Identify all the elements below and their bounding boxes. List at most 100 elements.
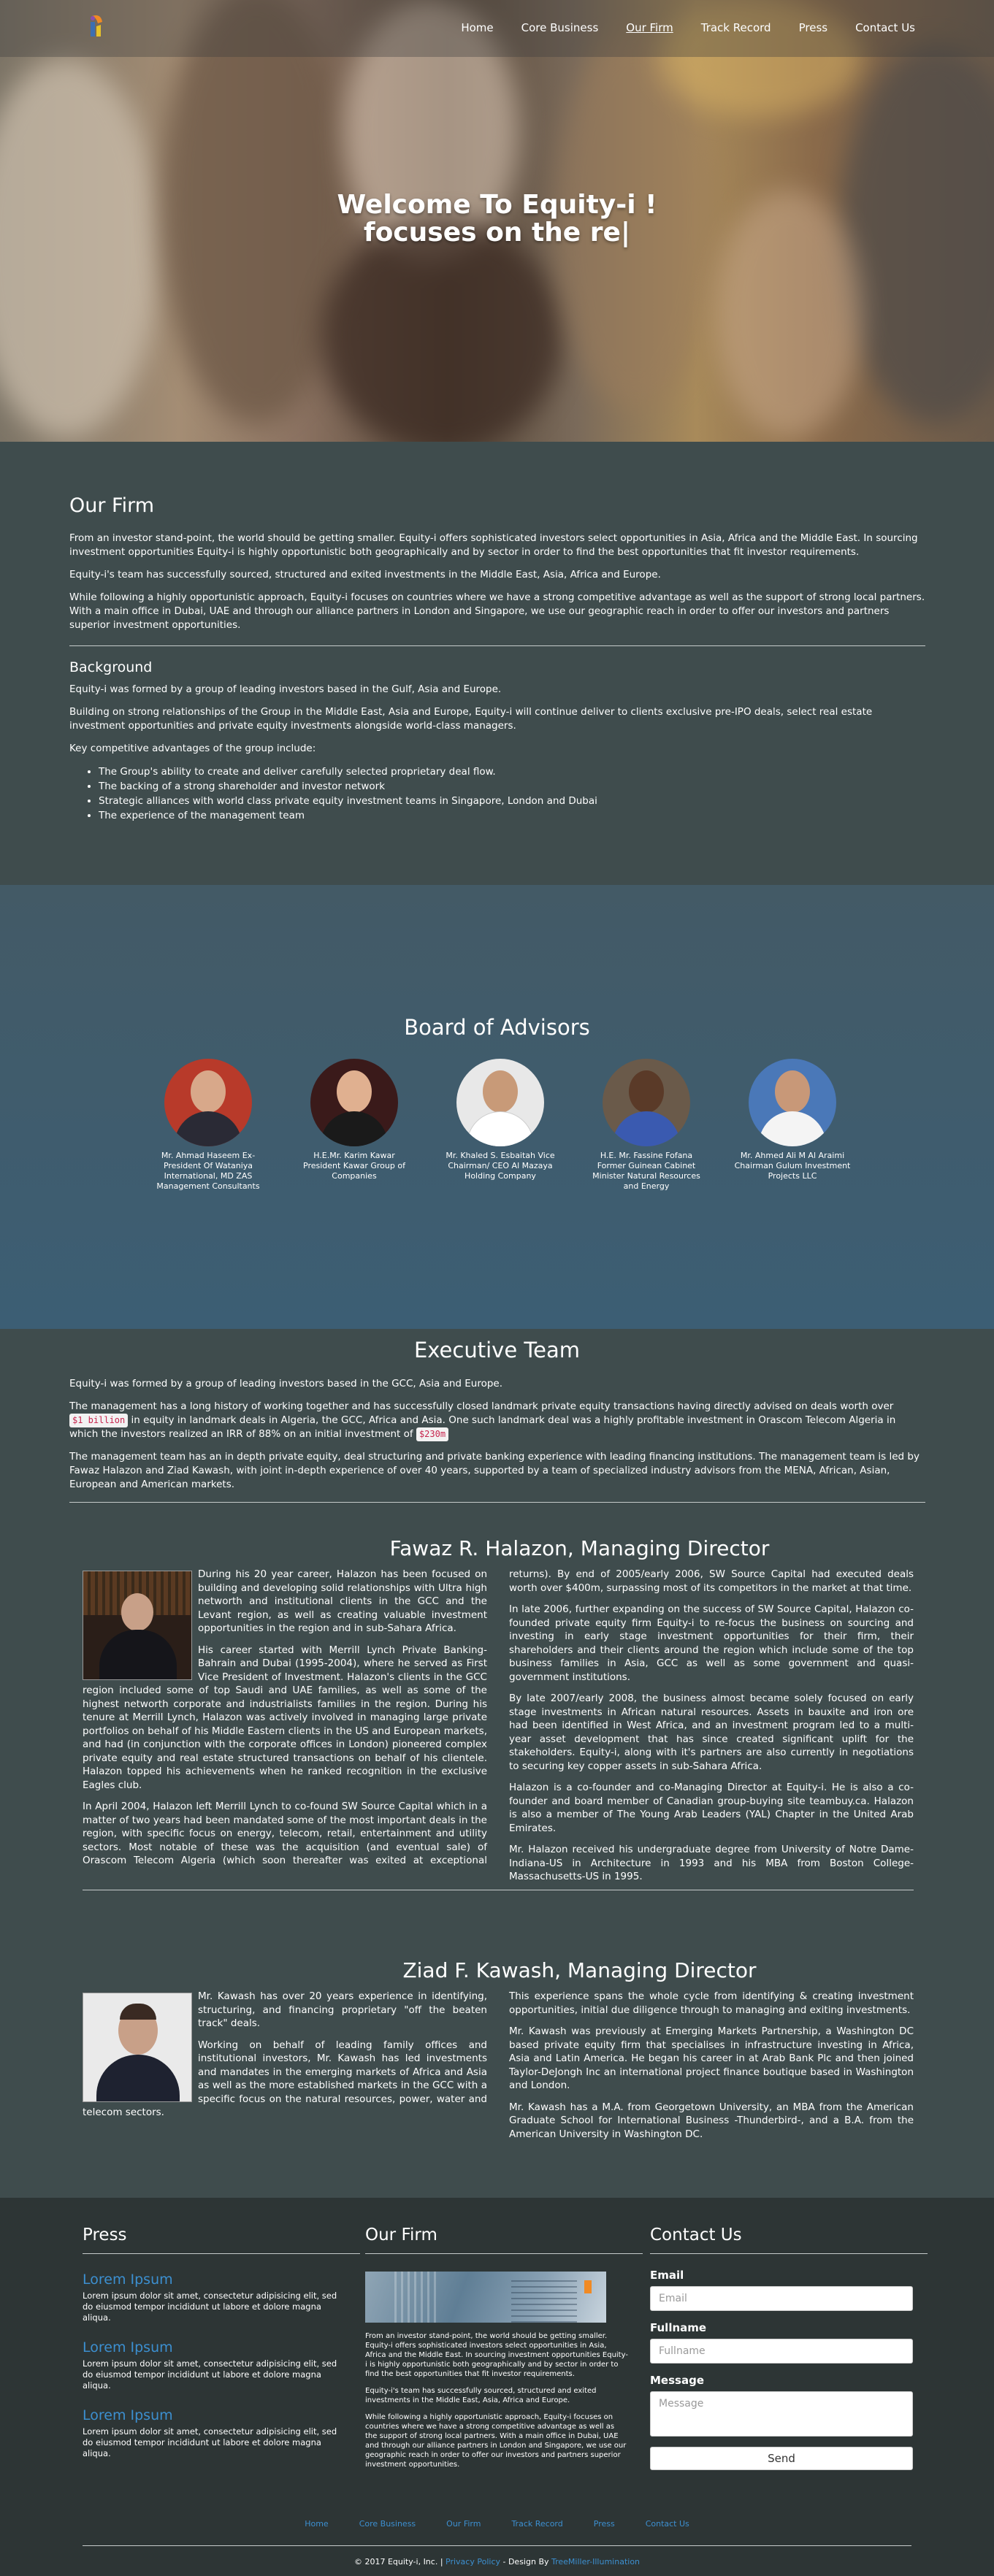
bio-paragraph: Mr. Halazon received his undergraduate d…: [509, 1844, 914, 1882]
firm-paragraph: Equity-i's team has successfully sourced…: [69, 569, 661, 580]
press-item-text: Lorem ipsum dolor sit amet, consectetur …: [83, 2358, 337, 2391]
press-title: Press: [83, 2226, 127, 2245]
divider: [83, 2253, 360, 2254]
advisors-list: Mr. Ahmad Haseem Ex-President Of Wataniy…: [135, 1059, 865, 1192]
footer-firm-paragraph: While following a highly opportunistic a…: [365, 2413, 627, 2469]
board-title: Board of Advisors: [404, 1015, 590, 1040]
avatar: [749, 1059, 836, 1146]
footer-nav-press[interactable]: Press: [594, 2519, 615, 2529]
press-item: Lorem Ipsum Lorem ipsum dolor sit amet, …: [83, 2272, 360, 2323]
divider: [365, 2253, 643, 2254]
press-item: Lorem Ipsum Lorem ipsum dolor sit amet, …: [83, 2407, 360, 2459]
bio-paragraph: This experience spans the whole cycle fr…: [509, 1990, 914, 2016]
background-paragraph: Building on strong relationships of the …: [69, 706, 873, 732]
list-item: The backing of a strong shareholder and …: [99, 779, 925, 794]
fullname-field[interactable]: Fullname: [650, 2339, 913, 2364]
design-by-text: - Design By: [502, 2557, 549, 2567]
our-firm-section: Our Firm From an investor stand-point, t…: [0, 442, 994, 885]
hero-line-1: Welcome To Equity-i !: [337, 190, 657, 220]
hero-title: Welcome To Equity-i ! focuses on the re|: [0, 191, 994, 247]
exec-intro-text: The management has a long history of wor…: [69, 1400, 894, 1412]
nav-links: Home Core Business Our Firm Track Record Pre…: [461, 21, 915, 34]
fullname-label: Fullname: [650, 2321, 707, 2334]
privacy-policy-link[interactable]: Privacy Policy: [446, 2557, 500, 2567]
footer-nav-contact-us[interactable]: Contact Us: [646, 2519, 689, 2529]
advisor-card: Mr. Ahmad Haseem Ex-President Of Wataniy…: [135, 1059, 281, 1192]
person-name: Ziad F. Kawash, Managing Director: [402, 1958, 757, 1982]
footer-nav-track-record[interactable]: Track Record: [511, 2519, 562, 2529]
person-fawaz: Fawaz R. Halazon, Managing Director Duri…: [83, 1536, 914, 1904]
background-paragraph: Equity-i was formed by a group of leadin…: [69, 683, 502, 695]
designer-link[interactable]: TreeMiller-Illumination: [551, 2557, 640, 2567]
footer-nav: Home Core Business Our Firm Track Record Pre…: [0, 2519, 994, 2529]
press-item: Lorem Ipsum Lorem ipsum dolor sit amet, …: [83, 2339, 360, 2391]
avatar: [164, 1059, 252, 1146]
list-item: The Group's ability to create and delive…: [99, 764, 925, 779]
press-item-title[interactable]: Lorem Ipsum: [83, 2339, 360, 2355]
equity-i-logo[interactable]: [85, 12, 110, 41]
firm-image: [365, 2272, 606, 2323]
email-label: Email: [650, 2269, 684, 2282]
exec-intro-paragraph: The management has a long history of wor…: [69, 1400, 925, 1441]
footer-firm-title: Our Firm: [365, 2226, 437, 2245]
press-item-title[interactable]: Lorem Ipsum: [83, 2272, 360, 2288]
footer-nav-home[interactable]: Home: [305, 2519, 328, 2529]
advisor-name: Mr. Ahmed Ali M Al Araimi Chairman Gulum…: [734, 1151, 851, 1181]
exec-intro-paragraph: Equity-i was formed by a group of leadin…: [69, 1378, 503, 1389]
nav-track-record[interactable]: Track Record: [701, 21, 771, 34]
bio-paragraph: By late 2007/early 2008, the business al…: [509, 1693, 914, 1772]
press-item-title[interactable]: Lorem Ipsum: [83, 2407, 360, 2423]
footer-our-firm: Our Firm From an investor stand-point, t…: [365, 2226, 643, 2477]
bio-paragraph: Mr. Kawash was previously at Emerging Ma…: [509, 2025, 914, 2091]
person-photo: [83, 1571, 192, 1680]
advisor-card: Mr. Khaled S. Esbaitah Vice Chairman/ CE…: [427, 1059, 573, 1192]
background-paragraph: Key competitive advantages of the group …: [69, 743, 316, 754]
footer-press: Press Lorem Ipsum Lorem ipsum dolor sit …: [83, 2226, 360, 2475]
amount-chip: $230m: [416, 1427, 449, 1441]
advisor-card: H.E. Mr. Fassine Fofana Former Guinean C…: [573, 1059, 719, 1192]
list-item: Strategic alliances with world class pri…: [99, 794, 925, 808]
advisor-name: Mr. Khaled S. Esbaitah Vice Chairman/ CE…: [446, 1151, 555, 1181]
nav-our-firm[interactable]: Our Firm: [626, 21, 673, 34]
list-item: The experience of the management team: [99, 808, 925, 823]
divider: [650, 2253, 928, 2254]
avatar: [456, 1059, 544, 1146]
exec-intro-paragraph: The management team has an in depth priv…: [69, 1451, 920, 1490]
press-item-text: Lorem ipsum dolor sit amet, consectetur …: [83, 2426, 337, 2458]
person-name: Fawaz R. Halazon, Managing Director: [389, 1536, 770, 1560]
advantages-list: The Group's ability to create and delive…: [99, 764, 925, 823]
email-field[interactable]: Email: [650, 2286, 913, 2311]
bio-paragraph: Mr. Kawash has a M.A. from Georgetown Un…: [509, 2101, 914, 2140]
background-title: Background: [69, 659, 153, 675]
avatar: [310, 1059, 398, 1146]
advisor-name: Mr. Ahmad Haseem Ex-President Of Wataniy…: [156, 1151, 260, 1191]
hero-banner: Welcome To Equity-i ! focuses on the re|: [0, 0, 994, 442]
nav-home[interactable]: Home: [461, 21, 493, 34]
footer: Press Lorem Ipsum Lorem ipsum dolor sit …: [0, 2198, 994, 2576]
board-of-advisors-section: Board of Advisors Mr. Ahmad Haseem Ex-Pr…: [0, 885, 994, 1329]
footer-nav-our-firm[interactable]: Our Firm: [446, 2519, 481, 2529]
amount-chip: $1 billion: [69, 1414, 129, 1427]
send-button[interactable]: Send: [650, 2447, 913, 2470]
copyright-text: © 2017 Equity-i, Inc. |: [353, 2557, 443, 2567]
top-navbar: Home Core Business Our Firm Track Record Pre…: [0, 0, 994, 57]
nav-core-business[interactable]: Core Business: [521, 21, 599, 34]
copyright: © 2017 Equity-i, Inc. | Privacy Policy -…: [0, 2557, 994, 2567]
advisor-name: H.E. Mr. Fassine Fofana Former Guinean C…: [592, 1151, 700, 1191]
contact-title: Contact Us: [650, 2226, 742, 2245]
firm-paragraph: While following a highly opportunistic a…: [69, 591, 925, 631]
person-photo: [83, 1993, 192, 2102]
nav-press[interactable]: Press: [799, 21, 827, 34]
press-item-text: Lorem ipsum dolor sit amet, consectetur …: [83, 2291, 337, 2323]
message-textarea[interactable]: Message: [650, 2391, 913, 2437]
nav-contact-us[interactable]: Contact Us: [855, 21, 915, 34]
divider: [69, 1502, 925, 1503]
footer-nav-core-business[interactable]: Core Business: [359, 2519, 416, 2529]
person-ziad: Ziad F. Kawash, Managing Director Mr. Ka…: [83, 1958, 914, 2141]
exec-intro-text: in equity in landmark deals in Algeria, …: [69, 1414, 896, 1440]
executive-team-section: Executive Team Equity-i was formed by a …: [0, 1329, 994, 2198]
bio-paragraph: Halazon is a co-founder and co-Managing …: [509, 1782, 914, 1834]
advisor-card: H.E.Mr. Karim Kawar President Kawar Grou…: [281, 1059, 427, 1192]
advisor-card: Mr. Ahmed Ali M Al Araimi Chairman Gulum…: [719, 1059, 865, 1192]
advisor-name: H.E.Mr. Karim Kawar President Kawar Grou…: [303, 1151, 405, 1181]
